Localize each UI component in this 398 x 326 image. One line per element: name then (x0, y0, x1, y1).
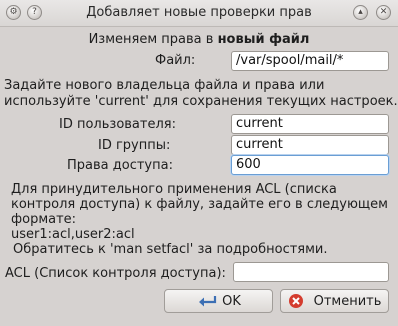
heading-text: Изменяем права в (88, 32, 214, 47)
acl-help-line-2: контроля доступа) к файлу, задайте его в… (11, 197, 388, 212)
permissions-field[interactable]: 600 (231, 155, 389, 175)
file-label: Файл: (155, 53, 196, 68)
group-id-label: ID группы: (98, 138, 171, 153)
heading-filename: новый файл (217, 32, 310, 47)
acl-help-line-1: Для принудительного применения ACL (спис… (11, 182, 337, 197)
intro-line-2: используйте 'current' для сохранения тек… (4, 94, 398, 109)
permissions-label: Права доступа: (67, 158, 173, 173)
acl-label: ACL (Список контроля доступа): (5, 266, 226, 281)
cancel-button[interactable]: Отменить (280, 289, 389, 313)
user-id-field[interactable]: current (231, 114, 389, 134)
title-bar: ⚙ ? Добавляет новые проверки прав ▴ ✕ (0, 0, 398, 27)
group-id-field[interactable]: current (231, 135, 389, 155)
ok-button[interactable]: OK (164, 289, 273, 313)
acl-help-line-4: user1:acl,user2:acl (11, 227, 135, 242)
cancel-icon (288, 293, 310, 309)
ok-label: OK (222, 293, 241, 309)
acl-help-line-5: Обратитесь к 'man setfacl' за подробност… (13, 242, 328, 257)
user-id-label: ID пользователя: (59, 117, 176, 132)
acl-help-line-3: формате: (11, 212, 77, 227)
file-field[interactable]: /var/spool/mail/* (231, 51, 389, 71)
dialog-heading: Изменяем права в новый файл (0, 32, 398, 47)
maximize-icon[interactable]: ▴ (353, 5, 368, 20)
intro-line-1: Задайте нового владельца файла и права и… (4, 78, 325, 93)
close-icon[interactable]: ✕ (376, 5, 391, 20)
cancel-label: Отменить (313, 293, 382, 309)
ok-arrow-icon (196, 293, 218, 309)
acl-field[interactable] (233, 262, 389, 282)
window-title: Добавляет новые проверки прав (86, 5, 312, 20)
